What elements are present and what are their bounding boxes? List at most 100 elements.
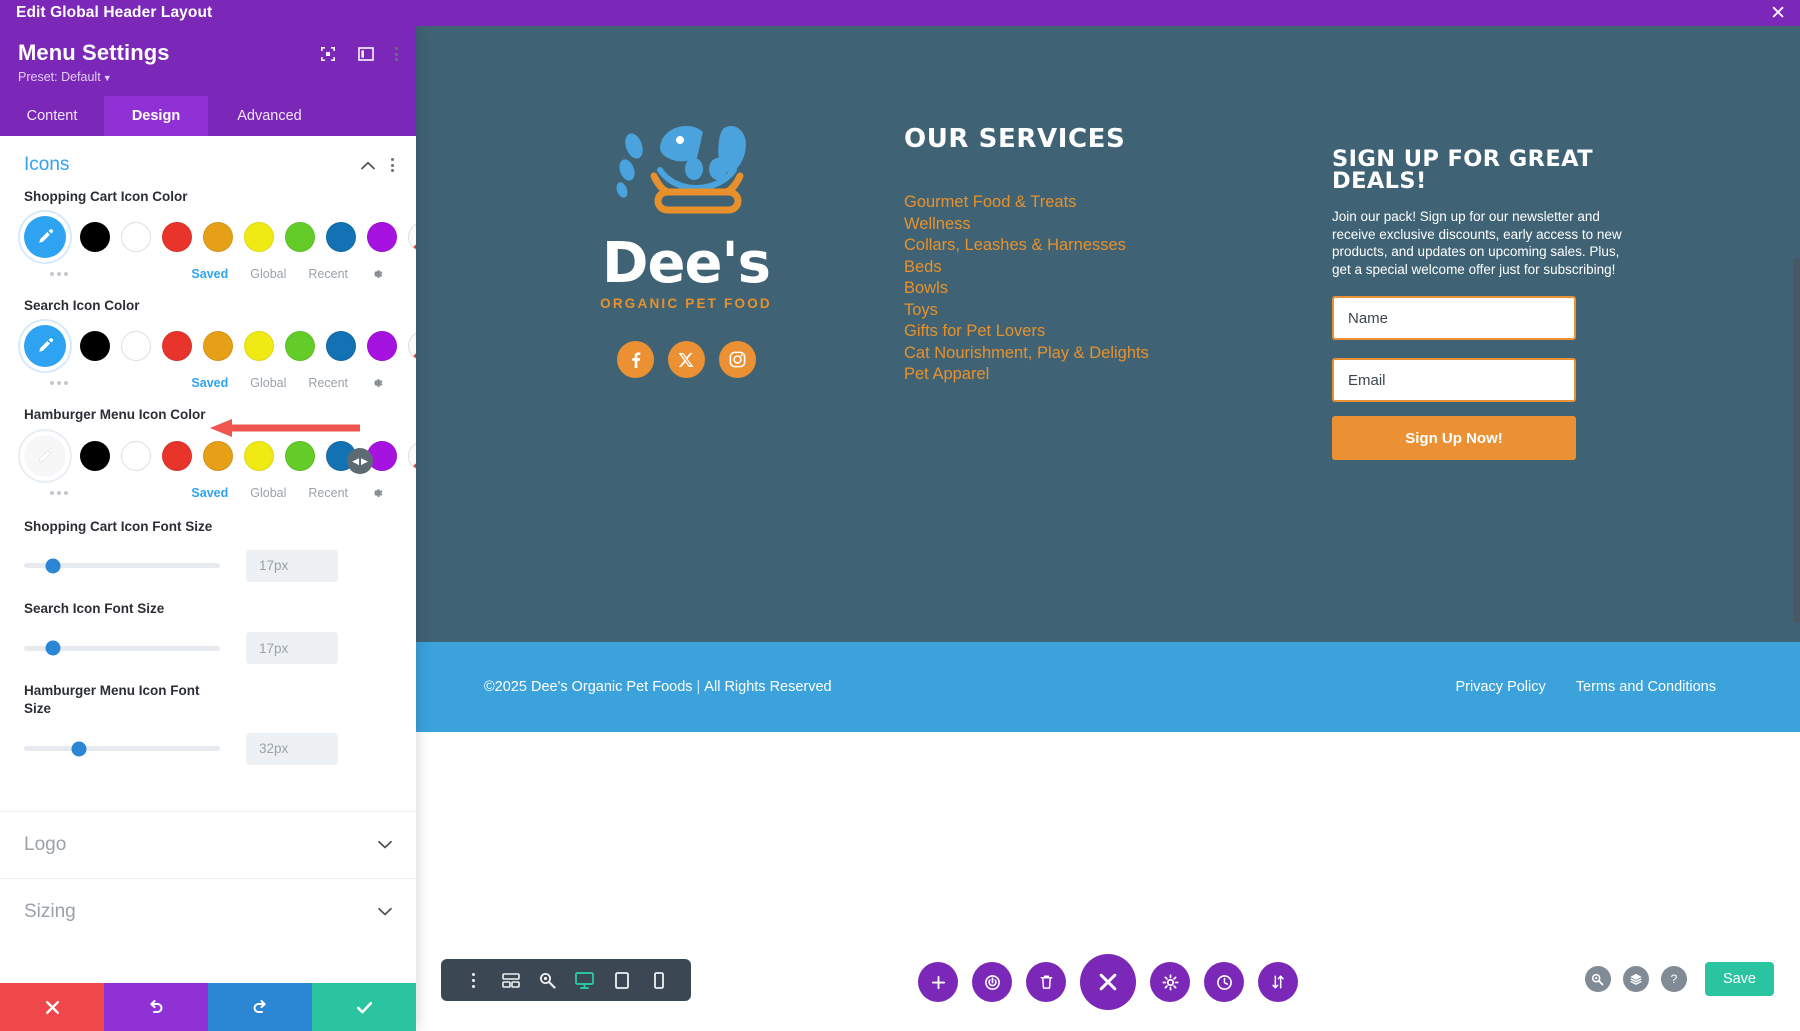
swatch-blue[interactable] [326, 222, 356, 253]
swatch-green[interactable] [285, 440, 315, 471]
global-tab[interactable]: Global [250, 486, 286, 500]
swatch-yellow[interactable] [244, 222, 274, 253]
chevron-down-icon[interactable] [378, 838, 392, 852]
focus-icon[interactable] [319, 45, 337, 63]
close-button[interactable] [1080, 954, 1136, 1010]
tablet-icon[interactable] [603, 959, 640, 1001]
tab-advanced[interactable]: Advanced [208, 96, 331, 136]
list-item[interactable]: Collars, Leashes & Harnesses [904, 235, 1296, 257]
swatch-more-icon[interactable] [24, 490, 68, 495]
swatch-green[interactable] [285, 222, 315, 253]
tab-design[interactable]: Design [104, 96, 208, 136]
redo-button[interactable] [208, 983, 312, 1031]
history-button[interactable] [1204, 962, 1244, 1002]
swatch-blue[interactable] [326, 331, 356, 362]
panel-scrollbar[interactable] [1793, 258, 1800, 623]
recent-tab[interactable]: Recent [308, 267, 348, 281]
accordion-sizing[interactable]: Sizing [0, 877, 416, 945]
slider-track[interactable] [24, 741, 220, 757]
saved-tab[interactable]: Saved [191, 486, 228, 500]
slider-value[interactable]: 17px [246, 549, 338, 582]
terms-and-conditions-link[interactable]: Terms and Conditions [1576, 679, 1716, 695]
sort-button[interactable] [1258, 962, 1298, 1002]
add-button[interactable] [918, 962, 958, 1002]
name-field[interactable]: Name [1332, 296, 1576, 340]
swatch-more-icon[interactable] [24, 272, 68, 277]
swatch-white[interactable] [121, 440, 151, 471]
swatch-purple[interactable] [367, 331, 397, 362]
slider-thumb[interactable] [71, 741, 87, 757]
swatch-black[interactable] [80, 222, 110, 253]
gear-icon[interactable] [370, 267, 384, 281]
swatch-orange[interactable] [203, 331, 233, 362]
instagram-icon[interactable] [718, 341, 756, 379]
search-button[interactable] [1584, 966, 1611, 992]
gear-icon[interactable] [370, 486, 384, 500]
slider-track[interactable] [24, 558, 220, 574]
trash-button[interactable] [1026, 962, 1066, 1002]
slider-value[interactable]: 32px [246, 732, 338, 765]
list-item[interactable]: Gourmet Food & Treats [904, 192, 1296, 214]
swatch-red[interactable] [162, 331, 192, 362]
list-item[interactable]: Pet Apparel [904, 364, 1296, 386]
swatch-more-icon[interactable] [24, 381, 68, 386]
global-tab[interactable]: Global [250, 376, 286, 390]
apply-button[interactable] [312, 983, 416, 1031]
swatch-none[interactable] [408, 440, 416, 471]
save-button[interactable]: Save [1704, 962, 1774, 996]
saved-tab[interactable]: Saved [191, 267, 228, 281]
section-header-icons[interactable]: Icons [0, 136, 416, 188]
swatch-orange[interactable] [203, 440, 233, 471]
accordion-logo[interactable]: Logo [0, 810, 416, 878]
x-twitter-icon[interactable] [667, 341, 705, 379]
swatch-green[interactable] [285, 331, 315, 362]
saved-tab[interactable]: Saved [191, 376, 228, 390]
preset-selector[interactable]: Preset: Default ▼ [18, 70, 398, 84]
sign-up-button[interactable]: Sign Up Now! [1332, 416, 1576, 460]
layers-button[interactable] [1622, 966, 1649, 992]
recent-tab[interactable]: Recent [308, 376, 348, 390]
panel-resize-handle[interactable]: ◀ ▶ [347, 448, 373, 474]
slider-value[interactable]: 17px [246, 632, 338, 665]
section-more-options-icon[interactable] [391, 158, 394, 172]
list-item[interactable]: Cat Nourishment, Play & Delights [904, 343, 1296, 365]
privacy-policy-link[interactable]: Privacy Policy [1456, 679, 1546, 695]
swatch-red[interactable] [162, 222, 192, 253]
help-button[interactable]: ? [1660, 966, 1687, 992]
more-options-icon[interactable] [455, 959, 492, 1001]
undo-button[interactable] [104, 983, 208, 1031]
swatch-black[interactable] [80, 331, 110, 362]
gear-icon[interactable] [370, 376, 384, 390]
list-item[interactable]: Beds [904, 257, 1296, 279]
global-tab[interactable]: Global [250, 267, 286, 281]
swatch-yellow[interactable] [244, 331, 274, 362]
close-icon[interactable]: ✕ [1770, 4, 1786, 23]
chevron-up-icon[interactable] [361, 158, 375, 172]
color-picker-button[interactable] [24, 216, 66, 259]
list-item[interactable]: Toys [904, 300, 1296, 322]
list-item[interactable]: Wellness [904, 214, 1296, 236]
swatch-yellow[interactable] [244, 440, 274, 471]
more-options-icon[interactable] [395, 47, 398, 61]
desktop-icon[interactable] [566, 959, 603, 1001]
recent-tab[interactable]: Recent [308, 486, 348, 500]
zoom-icon[interactable] [529, 959, 566, 1001]
phone-icon[interactable] [640, 959, 677, 1001]
swatch-white[interactable] [121, 222, 151, 253]
slider-thumb[interactable] [45, 640, 61, 656]
swatch-red[interactable] [162, 440, 192, 471]
cancel-button[interactable] [0, 983, 104, 1031]
color-picker-button[interactable] [24, 434, 66, 477]
swatch-black[interactable] [80, 440, 110, 471]
chevron-down-icon[interactable] [378, 905, 392, 919]
email-field[interactable]: Email [1332, 358, 1576, 402]
list-item[interactable]: Gifts for Pet Lovers [904, 321, 1296, 343]
swatch-purple[interactable] [367, 222, 397, 253]
list-item[interactable]: Bowls [904, 278, 1296, 300]
wireframe-icon[interactable] [492, 959, 529, 1001]
swatch-orange[interactable] [203, 222, 233, 253]
settings-button[interactable] [1150, 962, 1190, 1002]
power-button[interactable] [972, 962, 1012, 1002]
color-picker-button[interactable] [24, 325, 66, 368]
layout-toggle-icon[interactable] [357, 45, 375, 63]
